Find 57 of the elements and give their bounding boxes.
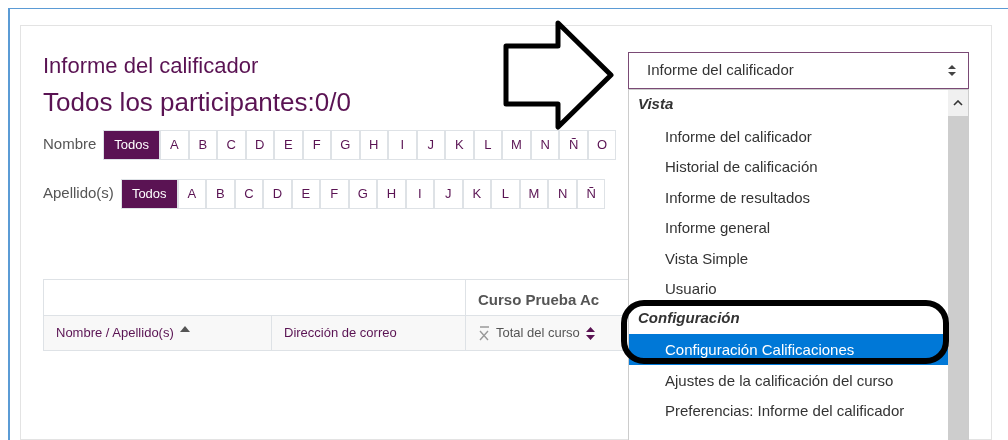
initial-filter-button[interactable]: Ñ [576, 179, 606, 209]
option-group-label: Configuración [637, 307, 741, 328]
initial-filter-button[interactable]: M [519, 179, 549, 209]
report-option[interactable]: Preferencias: Informe del calificador [629, 395, 948, 426]
report-option[interactable]: Usuario [629, 273, 948, 304]
initial-filter-button[interactable]: Ñ [559, 130, 588, 160]
initial-filter-button[interactable]: J [434, 179, 463, 209]
initial-filter-button[interactable]: G [348, 179, 378, 209]
initial-filter-button[interactable]: Todos [120, 179, 178, 209]
report-option[interactable]: Informe de resultados [629, 181, 948, 212]
initial-filter-button[interactable]: M [502, 130, 531, 160]
initial-filter-button[interactable]: Todos [103, 130, 161, 160]
sort-icon [585, 326, 595, 340]
initial-filter-button[interactable]: B [188, 130, 218, 160]
initial-filter-button[interactable]: E [274, 130, 303, 160]
column-header-link[interactable]: Dirección de correo [284, 323, 397, 343]
initial-filter-button[interactable]: B [206, 179, 235, 209]
initial-filter-button[interactable]: O [587, 130, 617, 160]
report-option[interactable]: Informe general [629, 212, 948, 243]
sort-ascending-icon [179, 326, 190, 332]
initial-filter-button[interactable]: L [473, 130, 503, 160]
report-option[interactable]: Historial de calificación [629, 151, 948, 182]
initial-filter-button[interactable]: C [217, 130, 246, 160]
option-group-label: Vista [637, 94, 675, 114]
initial-filter-button[interactable]: J [416, 130, 446, 160]
initial-filter-button[interactable]: E [291, 179, 321, 209]
report-select[interactable]: Informe del calificador [628, 52, 969, 89]
chevron-up-icon[interactable] [953, 100, 963, 106]
report-option[interactable]: Ajustes de la calificación del curso [629, 364, 948, 395]
mean-icon [478, 325, 490, 341]
report-option[interactable]: Informe del calificador [629, 120, 948, 151]
initial-filter-button[interactable]: I [405, 179, 435, 209]
filter-label: Apellido(s) [43, 183, 114, 203]
column-header-link[interactable]: Total del curso [496, 323, 580, 343]
select-arrows-icon [948, 65, 956, 76]
initial-filter-button[interactable]: F [320, 179, 349, 209]
initial-filter-button[interactable]: K [445, 130, 474, 160]
initial-filter-button[interactable]: A [177, 179, 207, 209]
initial-filter-button[interactable]: I [388, 130, 417, 160]
initial-filter-button[interactable]: N [548, 179, 577, 209]
report-title: Informe del calificador [43, 52, 259, 80]
filter-label: Nombre [43, 134, 97, 154]
initial-filter-button[interactable]: H [377, 179, 406, 209]
initial-filter-button[interactable]: A [160, 130, 189, 160]
initial-filter-button[interactable]: D [263, 179, 292, 209]
scrollbar[interactable] [948, 90, 968, 440]
initial-filter-button[interactable]: F [302, 130, 332, 160]
initial-filter-button[interactable]: C [234, 179, 264, 209]
column-header-link[interactable]: Nombre / Apellido(s) [56, 323, 174, 343]
initial-filter-button[interactable]: G [331, 130, 360, 160]
initial-filter-button[interactable]: D [245, 130, 275, 160]
participants-count: Todos los participantes:0/0 [43, 86, 351, 118]
initial-filter-button[interactable]: K [462, 179, 492, 209]
initial-filter-button[interactable]: L [491, 179, 520, 209]
initial-filter-button[interactable]: N [530, 130, 560, 160]
report-option[interactable]: Vista Simple [629, 242, 948, 273]
initial-filter-button[interactable]: H [359, 130, 389, 160]
